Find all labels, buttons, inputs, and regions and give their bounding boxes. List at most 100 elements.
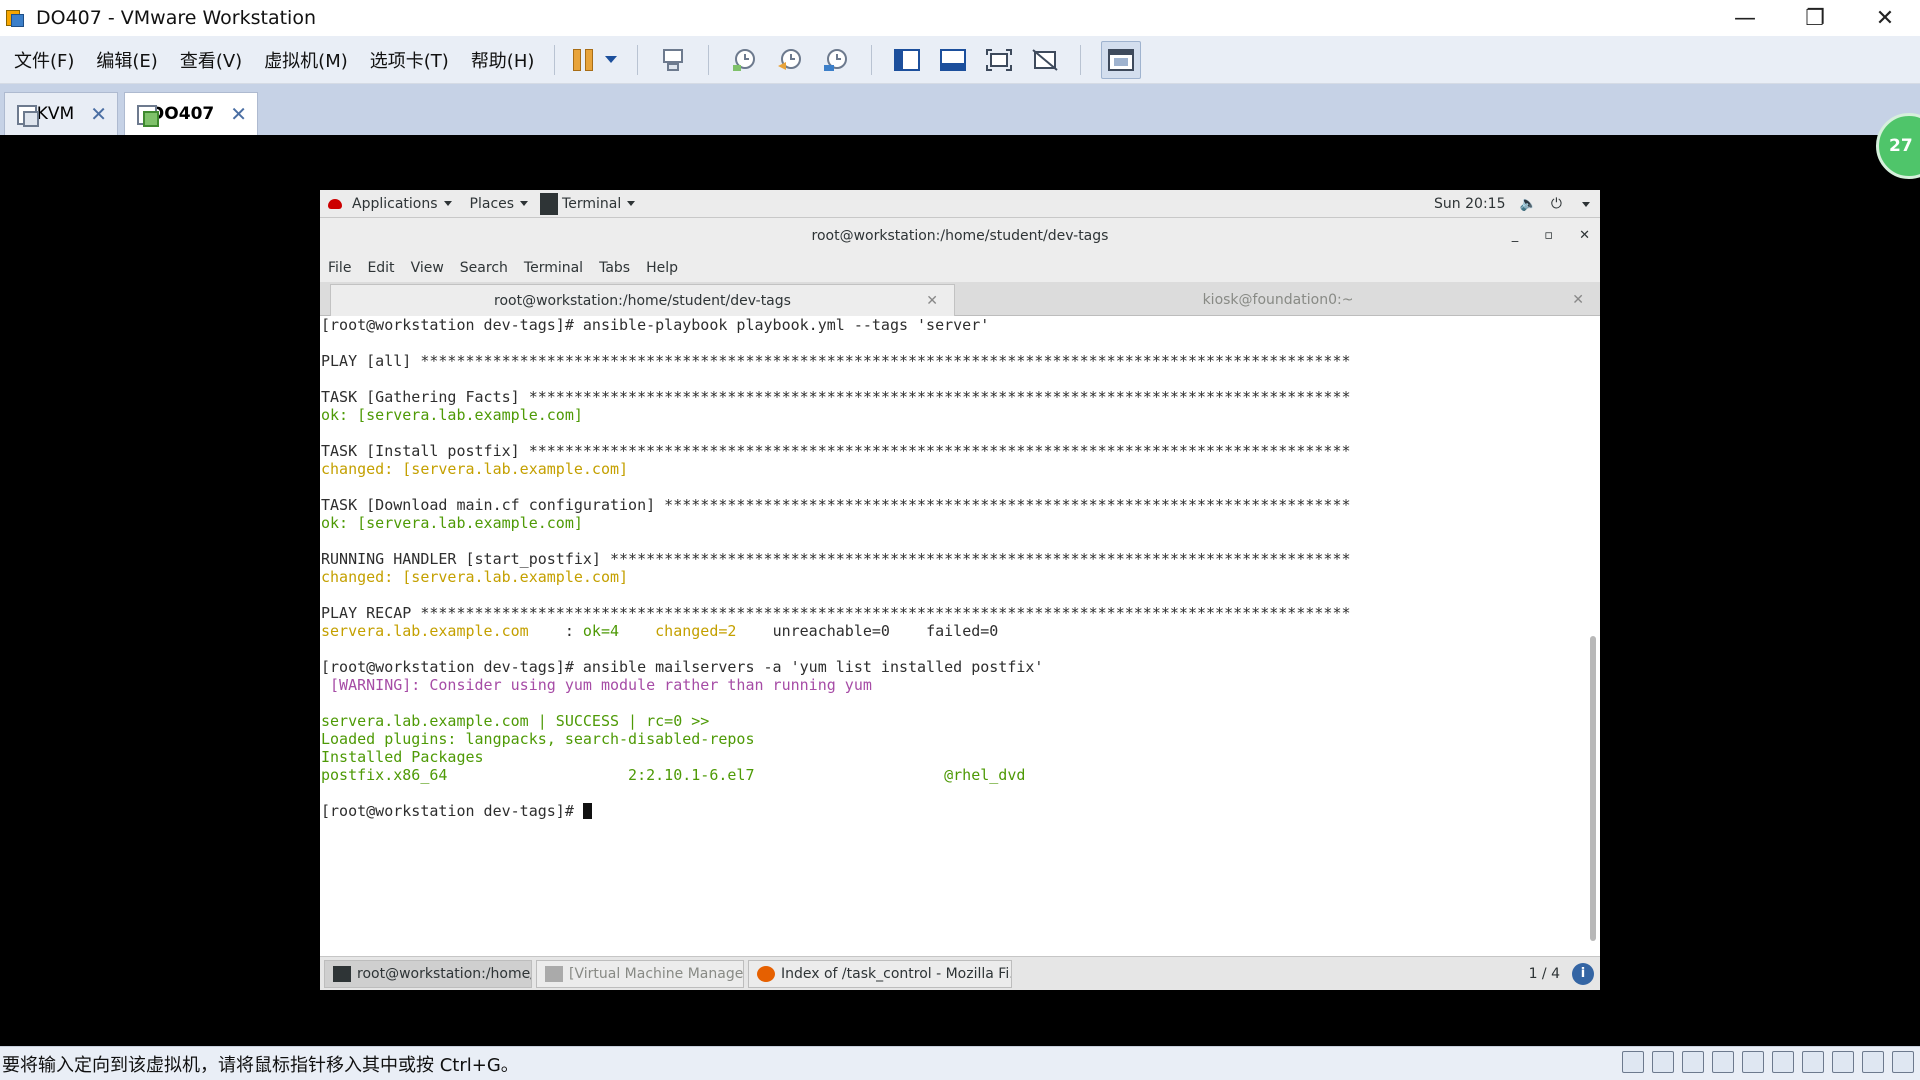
minimize-button[interactable]: — — [1710, 0, 1780, 36]
tab-kvm[interactable]: KVM ✕ — [4, 92, 118, 135]
terminal-line: Installed Packages — [321, 748, 484, 766]
vmware-statusbar: 要将输入定向到该虚拟机，请将鼠标指针移入其中或按 Ctrl+G。 — [0, 1046, 1920, 1080]
menu-view[interactable]: 查看(V) — [172, 47, 250, 73]
restore-button[interactable]: ❐ — [1780, 0, 1850, 36]
message-icon[interactable] — [1892, 1051, 1914, 1073]
clock[interactable]: Sun 20:15 — [1434, 196, 1505, 212]
sound-icon[interactable] — [1832, 1051, 1854, 1073]
network-icon[interactable] — [1742, 1051, 1764, 1073]
terminal-label: Terminal — [562, 195, 622, 212]
menu-view[interactable]: View — [411, 260, 444, 276]
menu-tabs[interactable]: Tabs — [599, 260, 630, 276]
network-icon[interactable] — [1682, 1051, 1704, 1073]
menu-help[interactable]: 帮助(H) — [463, 47, 543, 73]
gnome-taskbar: root@workstation:/home/student... [Virtu… — [320, 956, 1600, 990]
vmware-titlebar: DO407 - VMware Workstation — ❐ ✕ — [0, 0, 1920, 36]
thumbnail-bar-icon[interactable] — [938, 45, 968, 75]
network-icon[interactable] — [1712, 1051, 1734, 1073]
applications-label: Applications — [352, 195, 438, 212]
toolbar-separator — [554, 44, 556, 75]
printer-icon[interactable] — [1802, 1051, 1824, 1073]
terminal-icon — [540, 192, 559, 215]
close-icon[interactable]: ✕ — [1579, 218, 1590, 254]
snapshot-manager-icon[interactable] — [821, 45, 851, 75]
cdrom-icon[interactable] — [1652, 1051, 1674, 1073]
recap-ok: ok=4 — [582, 622, 620, 640]
info-icon[interactable]: i — [1572, 963, 1594, 985]
taskbar-item-firefox[interactable]: Index of /task_control - Mozilla Fi... — [748, 960, 1012, 988]
terminal-line: [root@workstation dev-tags]# ansible mai… — [321, 658, 1044, 676]
terminal-app-menu[interactable]: Terminal — [540, 192, 636, 215]
chevron-down-icon[interactable] — [605, 56, 618, 63]
menu-search[interactable]: Search — [460, 260, 508, 276]
menu-terminal[interactable]: Terminal — [524, 260, 583, 276]
recap-gap — [736, 622, 772, 640]
vm-running-icon — [135, 102, 160, 127]
places-menu[interactable]: Places — [470, 196, 529, 212]
toolbar-separator — [1080, 44, 1082, 75]
terminal-output[interactable]: [root@workstation dev-tags]# ansible-pla… — [320, 316, 1600, 946]
terminal-line: PLAY [all] *****************************… — [321, 352, 1351, 370]
send-ctrl-alt-del-icon[interactable] — [658, 45, 688, 75]
chevron-down-icon[interactable] — [1582, 201, 1590, 207]
volume-icon[interactable]: 🔈 — [1519, 196, 1536, 212]
usb-icon[interactable] — [1772, 1051, 1794, 1073]
terminal-tab-kiosk[interactable]: kiosk@foundation0:~ ✕ — [956, 284, 1600, 316]
menu-file[interactable]: File — [328, 260, 351, 276]
pause-icon[interactable] — [571, 45, 618, 75]
workspace-indicator[interactable]: 1 / 4 — [1529, 957, 1560, 991]
tab-do407[interactable]: DO407 ✕ — [124, 92, 258, 135]
close-icon[interactable]: ✕ — [1572, 292, 1584, 308]
tab-label: kiosk@foundation0:~ — [1202, 292, 1354, 308]
taskbar-item-vmm[interactable]: [Virtual Machine Manager] — [536, 960, 744, 988]
recap-host: servera.lab.example.com — [321, 622, 565, 640]
close-icon[interactable]: ✕ — [230, 102, 247, 126]
firefox-icon — [757, 966, 775, 982]
minimize-icon[interactable]: _ — [1512, 218, 1519, 254]
guest-screen[interactable]: Applications Places Terminal Sun 20:15 🔈… — [320, 190, 1600, 990]
power-icon[interactable]: ⏻ — [1551, 196, 1562, 212]
menu-tabs[interactable]: 选项卡(T) — [362, 47, 457, 73]
taskbar-label: [Virtual Machine Manager] — [569, 966, 744, 982]
terminal-line: ok: [servera.lab.example.com] — [321, 514, 583, 532]
terminal-line: TASK [Gathering Facts] *****************… — [321, 388, 1351, 406]
menu-help[interactable]: Help — [646, 260, 678, 276]
close-icon[interactable]: ✕ — [926, 293, 938, 309]
tab-label: KVM — [36, 104, 75, 124]
hdd-icon[interactable] — [1622, 1051, 1644, 1073]
console-view-icon[interactable] — [1101, 40, 1142, 79]
tab-label: root@workstation:/home/student/dev-tags — [494, 292, 791, 309]
taskbar-item-terminal[interactable]: root@workstation:/home/student... — [324, 960, 532, 988]
vmware-app-icon — [6, 7, 26, 29]
toolbar-separator — [708, 44, 710, 75]
snapshot-icon[interactable] — [729, 45, 759, 75]
vm-tabbar: KVM ✕ DO407 ✕ — [0, 84, 1920, 135]
menu-edit[interactable]: Edit — [367, 260, 394, 276]
full-screen-icon[interactable] — [984, 45, 1014, 75]
maximize-icon[interactable]: ▫ — [1544, 218, 1553, 254]
applications-menu[interactable]: Applications — [352, 196, 452, 212]
terminal-line: postfix.x86_64 2:2.10.1-6.el7 @rhel_dvd — [321, 766, 1026, 784]
vmm-icon — [545, 966, 563, 982]
tab-label: DO407 — [150, 104, 215, 124]
close-icon[interactable]: ✕ — [90, 102, 107, 126]
status-hint: 要将输入定向到该虚拟机，请将鼠标指针移入其中或按 Ctrl+G。 — [2, 1054, 519, 1076]
close-button[interactable]: ✕ — [1850, 0, 1920, 36]
vm-icon — [15, 102, 39, 127]
terminal-tab-root[interactable]: root@workstation:/home/student/dev-tags … — [330, 284, 955, 316]
show-library-icon[interactable] — [892, 45, 922, 75]
recap-unreachable: unreachable=0 — [772, 622, 890, 640]
menu-edit[interactable]: 编辑(E) — [88, 47, 165, 73]
display-icon[interactable] — [1862, 1051, 1884, 1073]
menu-vm[interactable]: 虚拟机(M) — [256, 47, 356, 73]
terminal-titlebar: root@workstation:/home/student/dev-tags … — [320, 218, 1600, 254]
recap-failed: failed=0 — [926, 622, 999, 640]
menu-file[interactable]: 文件(F) — [6, 47, 82, 73]
recap-gap — [619, 622, 655, 640]
unity-mode-icon[interactable] — [1030, 45, 1060, 75]
revert-snapshot-icon[interactable] — [775, 45, 805, 75]
scrollbar[interactable] — [1590, 636, 1596, 941]
